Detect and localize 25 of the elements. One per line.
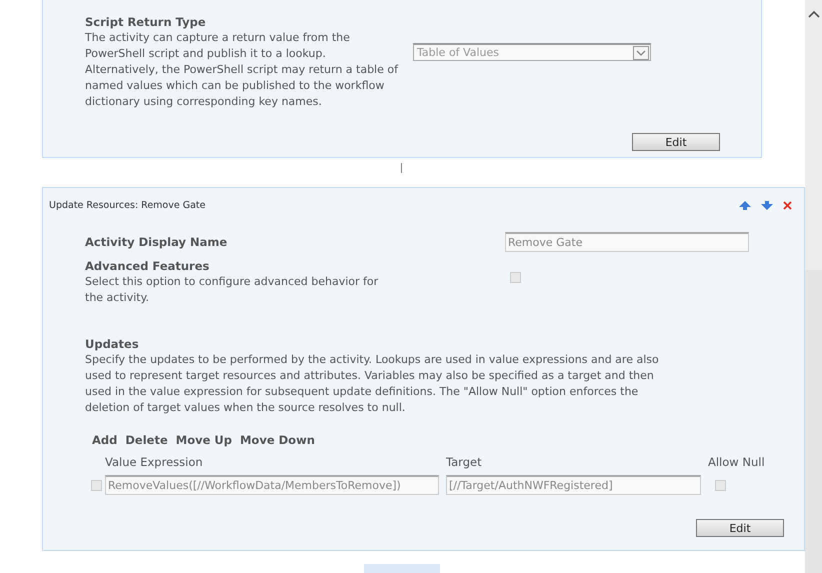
caret-up-icon[interactable] — [808, 10, 820, 18]
edit-button[interactable]: Edit — [632, 133, 720, 151]
arrow-down-icon[interactable] — [761, 200, 773, 210]
advanced-checkbox[interactable] — [510, 272, 521, 283]
section-heading: Script Return Type — [85, 14, 207, 30]
section-heading: Updates — [85, 336, 140, 352]
field-label: Advanced Features — [85, 258, 210, 274]
arrow-up-icon[interactable] — [739, 200, 751, 210]
chevron-down-icon — [633, 46, 649, 60]
row-checkbox[interactable] — [91, 480, 102, 490]
column-header: Allow Null — [708, 455, 766, 469]
allow-null-checkbox[interactable] — [715, 480, 726, 490]
toolbar-link[interactable]: Move Down — [238, 433, 317, 447]
toolbar-link[interactable]: Add — [90, 433, 120, 447]
toolbar-link[interactable]: Move Up — [174, 433, 234, 447]
column-header: Target — [446, 455, 483, 469]
section-description: The activity can capture a return value from the PowerShell script and publish it to a lookup. Alternatively, the PowerShell script may return a table of named values which can be published to the workflow dictionary using corresponding key names. — [85, 30, 400, 110]
column-header: Value Expression — [105, 455, 204, 469]
close-icon[interactable] — [783, 200, 792, 210]
activity-title: Update Resources: Remove Gate — [49, 200, 206, 210]
field-label: Activity Display Name — [85, 234, 228, 250]
toolbar-link[interactable]: Delete — [123, 433, 170, 447]
edit-button[interactable]: Edit — [696, 519, 784, 537]
section-description: Specify the updates to be performed by the activity. Lookups are used in value expressions and are also used to represent target resources and attributes. Variables may also be specified as a target and then used in the value expression for subsequent update definitions. The "Allow Null" option enforces the deletion of target values when the source resolves to null. — [85, 352, 660, 416]
field-description: Select this option to configure advanced behavior for the activity. — [85, 274, 380, 306]
